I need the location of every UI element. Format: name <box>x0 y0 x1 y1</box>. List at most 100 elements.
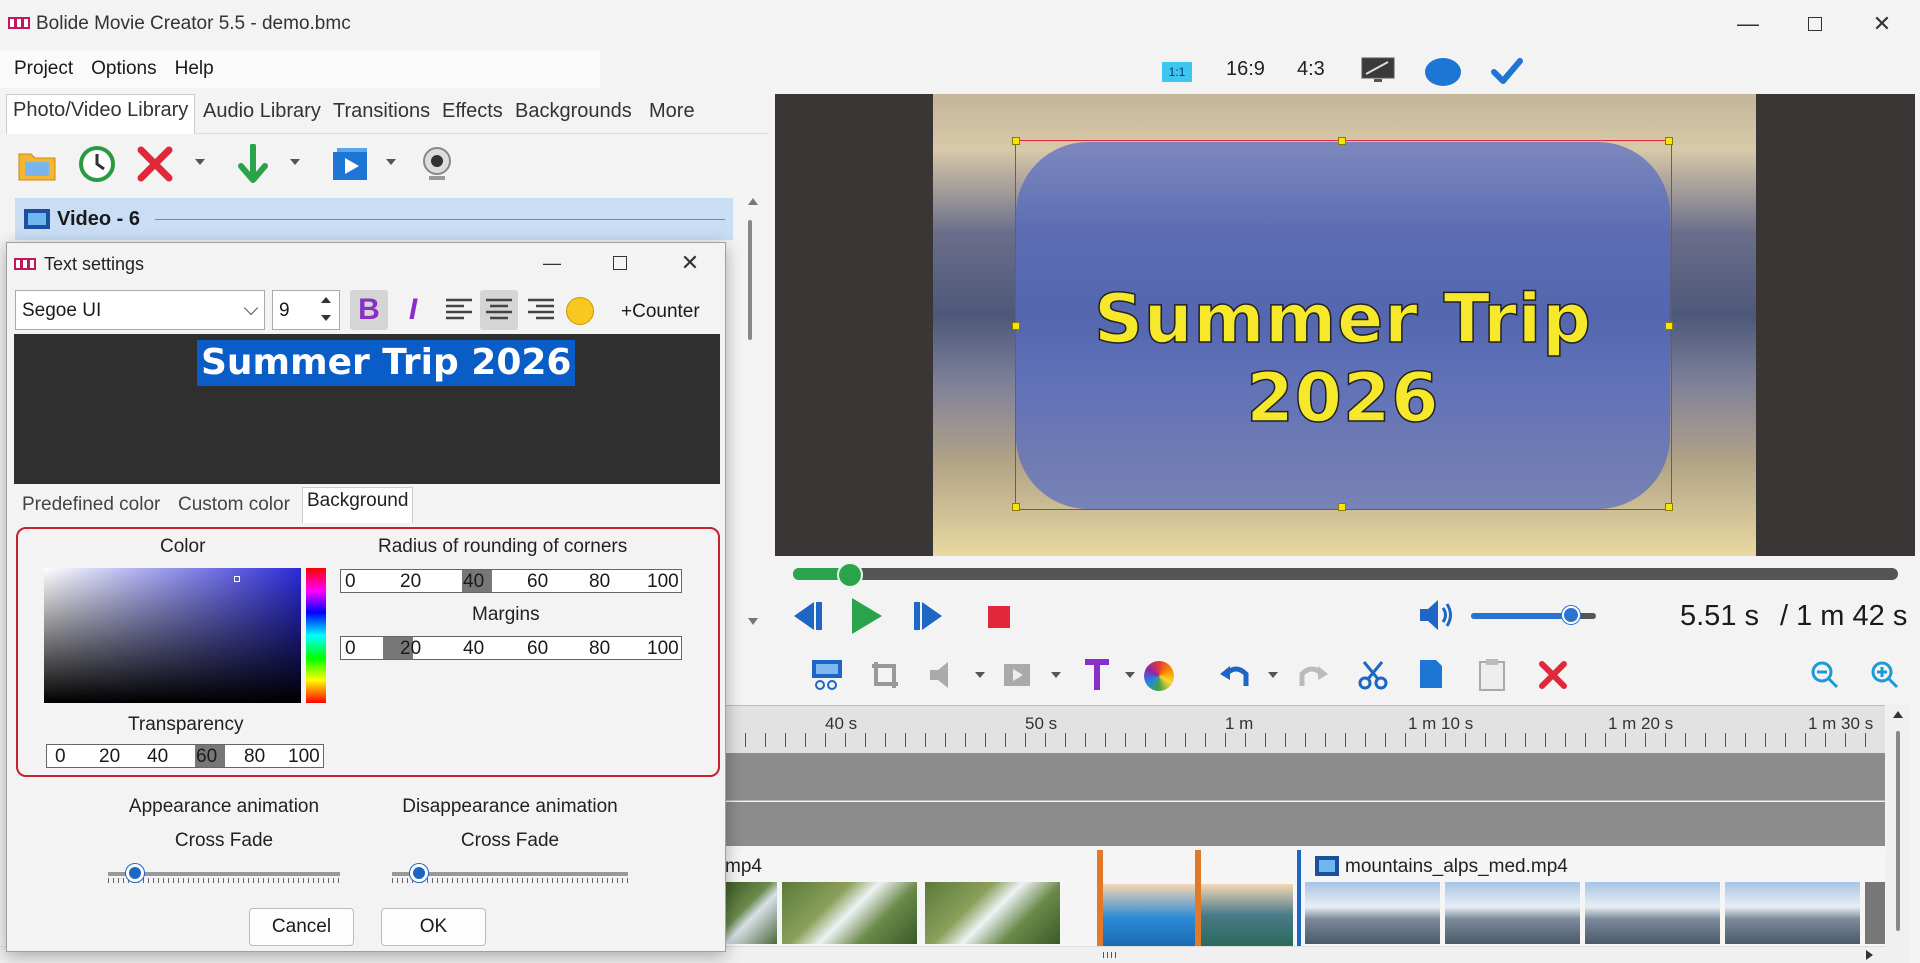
video-settings-icon[interactable] <box>1002 660 1032 690</box>
margins-scale[interactable]: 0 20 40 60 80 100 <box>340 636 682 660</box>
minimize-button[interactable]: — <box>1728 8 1768 40</box>
mute-icon[interactable] <box>928 660 956 690</box>
counter-button[interactable]: +Counter <box>621 301 700 323</box>
resize-handle[interactable] <box>1338 137 1346 145</box>
copy-icon[interactable] <box>1418 658 1444 690</box>
bold-button[interactable]: B <box>350 290 388 330</box>
menu-help[interactable]: Help <box>175 58 214 80</box>
text-dropdown-icon[interactable] <box>1125 672 1135 678</box>
text-track[interactable] <box>725 802 1885 846</box>
cut-icon[interactable] <box>1358 660 1388 690</box>
slideshow-dropdown-icon[interactable] <box>386 159 396 165</box>
menu-project[interactable]: Project <box>14 58 73 80</box>
maximize-button[interactable] <box>1795 8 1835 40</box>
scroll-up-icon[interactable] <box>1893 711 1903 718</box>
transparency-scale[interactable]: 0 20 40 60 80 100 <box>46 744 324 768</box>
tab-predefined-color[interactable]: Predefined color <box>22 494 160 516</box>
close-button[interactable]: ✕ <box>1862 8 1902 40</box>
text-tool-icon[interactable] <box>1083 658 1111 692</box>
resize-handle[interactable] <box>1665 137 1673 145</box>
video-group-header[interactable]: Video - 6 <box>15 198 733 240</box>
timeline-ruler[interactable]: 40 s 50 s 1 m 1 m 10 s 1 m 20 s 1 m 30 s <box>725 705 1885 753</box>
dialog-close-button[interactable]: ✕ <box>670 247 710 279</box>
library-scroll-thumb[interactable] <box>748 220 752 340</box>
tab-more[interactable]: More <box>649 100 695 123</box>
vertical-scroll-thumb[interactable] <box>1896 731 1900 931</box>
delete-dropdown-icon[interactable] <box>195 159 205 165</box>
align-left-icon[interactable] <box>444 296 474 324</box>
video-track[interactable]: mp4 mountains_alps_med.mp4 <box>725 850 1885 946</box>
scroll-up-icon[interactable] <box>748 198 758 205</box>
selected-text[interactable]: Summer Trip 2026 <box>197 340 576 386</box>
dialog-minimize-button[interactable]: — <box>532 247 572 279</box>
aspect-1-1-button[interactable]: 1:1 <box>1162 62 1192 82</box>
resize-handle[interactable] <box>1338 503 1346 511</box>
resize-handle[interactable] <box>1012 137 1020 145</box>
hue-slider[interactable] <box>306 568 326 703</box>
ok-button[interactable]: OK <box>381 908 486 946</box>
aspect-4-3-button[interactable]: 4:3 <box>1297 58 1325 81</box>
color-picker[interactable] <box>44 568 301 703</box>
cancel-button[interactable]: Cancel <box>249 908 354 946</box>
add-to-timeline-button[interactable] <box>230 141 276 187</box>
redo-icon[interactable] <box>1298 660 1330 690</box>
audio-dropdown-icon[interactable] <box>975 672 985 678</box>
add-dropdown-icon[interactable] <box>290 159 300 165</box>
seek-bar[interactable] <box>793 568 1898 580</box>
color-picker-cursor[interactable] <box>234 576 240 582</box>
tab-backgrounds[interactable]: Backgrounds <box>515 100 632 123</box>
appearance-slider-knob[interactable] <box>126 864 144 882</box>
tab-photo-video-library[interactable]: Photo/Video Library <box>6 94 196 134</box>
stepper-up-icon[interactable] <box>321 297 331 303</box>
emoji-icon[interactable] <box>566 297 594 325</box>
disappearance-slider-knob[interactable] <box>410 864 428 882</box>
align-center-button[interactable] <box>480 290 518 330</box>
open-folder-button[interactable] <box>14 141 60 187</box>
next-frame-icon[interactable] <box>910 600 946 632</box>
italic-button[interactable]: I <box>398 290 428 330</box>
menu-options[interactable]: Options <box>91 58 156 80</box>
fullscreen-monitor-icon[interactable] <box>1360 56 1396 84</box>
dialog-maximize-button[interactable] <box>600 247 640 279</box>
radius-scale[interactable]: 0 20 40 60 80 100 <box>340 569 682 593</box>
play-icon[interactable] <box>850 596 884 636</box>
undo-dropdown-icon[interactable] <box>1268 672 1278 678</box>
resize-handle[interactable] <box>1012 503 1020 511</box>
slideshow-button[interactable] <box>328 141 374 187</box>
ellipse-shape-icon[interactable] <box>1425 58 1461 86</box>
scroll-down-icon[interactable] <box>748 618 758 625</box>
resize-handle[interactable] <box>1665 503 1673 511</box>
volume-icon[interactable] <box>1418 598 1456 632</box>
tab-background[interactable]: Background <box>302 487 414 523</box>
crop-icon[interactable] <box>870 660 900 690</box>
video-dropdown-icon[interactable] <box>1051 672 1061 678</box>
tab-transitions[interactable]: Transitions <box>333 100 430 123</box>
webcam-button[interactable] <box>414 141 460 187</box>
font-family-select[interactable]: Segoe UI <box>15 290 265 330</box>
tab-effects[interactable]: Effects <box>442 100 503 123</box>
remove-clip-icon[interactable] <box>1538 660 1568 690</box>
volume-knob[interactable] <box>1562 606 1580 624</box>
zoom-out-icon[interactable] <box>1810 660 1840 690</box>
history-button[interactable] <box>74 141 120 187</box>
stop-icon[interactable] <box>988 606 1010 628</box>
previous-frame-icon[interactable] <box>790 600 826 632</box>
font-size-stepper[interactable]: 9 <box>272 290 340 330</box>
checkmark-icon[interactable] <box>1490 56 1524 86</box>
tab-custom-color[interactable]: Custom color <box>178 494 290 516</box>
color-wheel-icon[interactable] <box>1144 661 1174 691</box>
tab-audio-library[interactable]: Audio Library <box>203 100 321 123</box>
aspect-16-9-button[interactable]: 16:9 <box>1226 58 1265 81</box>
align-right-icon[interactable] <box>526 296 556 324</box>
scroll-right-icon[interactable] <box>1866 950 1873 960</box>
overlay-track[interactable] <box>725 753 1885 801</box>
zoom-in-icon[interactable] <box>1870 660 1900 690</box>
undo-icon[interactable] <box>1218 660 1250 690</box>
library-scrollbar[interactable] <box>744 198 758 638</box>
seek-knob[interactable] <box>837 562 863 588</box>
delete-button[interactable] <box>132 141 178 187</box>
paste-icon[interactable] <box>1478 658 1506 692</box>
scroll-grip[interactable] <box>1103 952 1117 958</box>
timeline-vertical-scrollbar[interactable] <box>1886 705 1910 963</box>
stepper-down-icon[interactable] <box>321 315 331 321</box>
